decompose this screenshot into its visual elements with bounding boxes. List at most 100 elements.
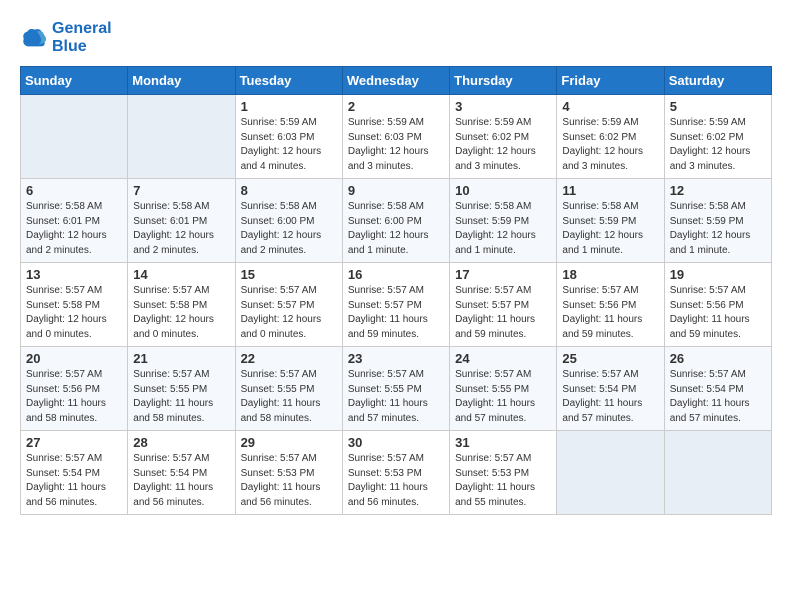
day-number: 3 [455, 99, 551, 114]
day-info: Sunrise: 5:57 AM Sunset: 5:55 PM Dayligh… [133, 368, 229, 426]
day-info: Sunrise: 5:57 AM Sunset: 5:57 PM Dayligh… [455, 284, 551, 342]
calendar-cell: 17 Sunrise: 5:57 AM Sunset: 5:57 PM Dayli… [450, 263, 557, 347]
calendar-cell: 27 Sunrise: 5:57 AM Sunset: 5:54 PM Dayli… [21, 431, 128, 515]
calendar-week-row: 13 Sunrise: 5:57 AM Sunset: 5:58 PM Dayli… [21, 263, 772, 347]
day-number: 2 [348, 99, 444, 114]
day-number: 4 [562, 99, 658, 114]
calendar-cell: 28Sunrise: 5:57 AM Sunset: 5:54 PM Dayli… [128, 431, 235, 515]
day-info: Sunrise: 5:57 AM Sunset: 5:55 PM Dayligh… [348, 368, 444, 426]
day-number: 14 [133, 267, 229, 282]
day-info: Sunrise: 5:57 AM Sunset: 5:56 PM Dayligh… [562, 284, 658, 342]
day-info: Sunrise: 5:59 AM Sunset: 6:02 PM Dayligh… [455, 116, 551, 174]
day-number: 11 [562, 183, 658, 198]
page-header: General Blue [20, 20, 772, 56]
calendar-cell [21, 95, 128, 179]
day-info: Sunrise: 5:58 AM Sunset: 6:00 PM Dayligh… [348, 200, 444, 258]
day-number: 15 [241, 267, 337, 282]
day-info: Sunrise: 5:58 AM Sunset: 5:59 PM Dayligh… [455, 200, 551, 258]
day-info: Sunrise: 5:57 AM Sunset: 5:58 PM Dayligh… [26, 284, 122, 342]
calendar-header-row: SundayMondayTuesdayWednesdayThursdayFrid… [21, 67, 772, 95]
calendar-cell: 22 Sunrise: 5:57 AM Sunset: 5:55 PM Dayli… [235, 347, 342, 431]
day-number: 22 [241, 351, 337, 366]
calendar-cell: 12 Sunrise: 5:58 AM Sunset: 5:59 PM Dayli… [664, 179, 771, 263]
day-number: 26 [670, 351, 766, 366]
day-info: Sunrise: 5:57 AM Sunset: 5:54 PM Dayligh… [133, 452, 229, 510]
calendar-cell: 1Sunrise: 5:59 AM Sunset: 6:03 PM Daylig… [235, 95, 342, 179]
day-info: Sunrise: 5:57 AM Sunset: 5:53 PM Dayligh… [241, 452, 337, 510]
column-header-sunday: Sunday [21, 67, 128, 95]
calendar-cell: 6 Sunrise: 5:58 AM Sunset: 6:01 PM Daylig… [21, 179, 128, 263]
calendar-cell: 31 Sunrise: 5:57 AM Sunset: 5:53 PM Dayli… [450, 431, 557, 515]
calendar-cell: 29 Sunrise: 5:57 AM Sunset: 5:53 PM Dayli… [235, 431, 342, 515]
day-info: Sunrise: 5:57 AM Sunset: 5:53 PM Dayligh… [455, 452, 551, 510]
calendar-cell: 2Sunrise: 5:59 AM Sunset: 6:03 PM Daylig… [342, 95, 449, 179]
calendar-week-row: 27 Sunrise: 5:57 AM Sunset: 5:54 PM Dayli… [21, 431, 772, 515]
column-header-tuesday: Tuesday [235, 67, 342, 95]
day-info: Sunrise: 5:58 AM Sunset: 6:01 PM Dayligh… [133, 200, 229, 258]
day-number: 16 [348, 267, 444, 282]
day-number: 6 [26, 183, 122, 198]
calendar-cell: 23Sunrise: 5:57 AM Sunset: 5:55 PM Dayli… [342, 347, 449, 431]
calendar-cell: 14 Sunrise: 5:57 AM Sunset: 5:58 PM Dayli… [128, 263, 235, 347]
calendar-table: SundayMondayTuesdayWednesdayThursdayFrid… [20, 66, 772, 515]
day-number: 27 [26, 435, 122, 450]
day-number: 20 [26, 351, 122, 366]
day-number: 21 [133, 351, 229, 366]
day-info: Sunrise: 5:57 AM Sunset: 5:55 PM Dayligh… [455, 368, 551, 426]
day-info: Sunrise: 5:57 AM Sunset: 5:57 PM Dayligh… [241, 284, 337, 342]
day-info: Sunrise: 5:57 AM Sunset: 5:56 PM Dayligh… [26, 368, 122, 426]
calendar-cell: 21 Sunrise: 5:57 AM Sunset: 5:55 PM Dayli… [128, 347, 235, 431]
day-info: Sunrise: 5:57 AM Sunset: 5:54 PM Dayligh… [26, 452, 122, 510]
calendar-week-row: 20 Sunrise: 5:57 AM Sunset: 5:56 PM Dayli… [21, 347, 772, 431]
logo-icon [20, 24, 48, 52]
day-info: Sunrise: 5:57 AM Sunset: 5:53 PM Dayligh… [348, 452, 444, 510]
calendar-cell: 18 Sunrise: 5:57 AM Sunset: 5:56 PM Dayli… [557, 263, 664, 347]
calendar-cell: 25 Sunrise: 5:57 AM Sunset: 5:54 PM Dayli… [557, 347, 664, 431]
calendar-cell [664, 431, 771, 515]
day-info: Sunrise: 5:57 AM Sunset: 5:54 PM Dayligh… [670, 368, 766, 426]
day-info: Sunrise: 5:57 AM Sunset: 5:55 PM Dayligh… [241, 368, 337, 426]
day-number: 12 [670, 183, 766, 198]
calendar-cell [557, 431, 664, 515]
day-info: Sunrise: 5:58 AM Sunset: 6:00 PM Dayligh… [241, 200, 337, 258]
day-info: Sunrise: 5:57 AM Sunset: 5:54 PM Dayligh… [562, 368, 658, 426]
day-info: Sunrise: 5:58 AM Sunset: 5:59 PM Dayligh… [670, 200, 766, 258]
column-header-saturday: Saturday [664, 67, 771, 95]
day-number: 29 [241, 435, 337, 450]
calendar-cell: 10 Sunrise: 5:58 AM Sunset: 5:59 PM Dayli… [450, 179, 557, 263]
calendar-cell [128, 95, 235, 179]
calendar-cell: 30Sunrise: 5:57 AM Sunset: 5:53 PM Dayli… [342, 431, 449, 515]
calendar-cell: 4 Sunrise: 5:59 AM Sunset: 6:02 PM Daylig… [557, 95, 664, 179]
logo-text: General Blue [52, 20, 112, 56]
calendar-week-row: 6 Sunrise: 5:58 AM Sunset: 6:01 PM Daylig… [21, 179, 772, 263]
day-number: 13 [26, 267, 122, 282]
calendar-cell: 16Sunrise: 5:57 AM Sunset: 5:57 PM Dayli… [342, 263, 449, 347]
day-info: Sunrise: 5:57 AM Sunset: 5:56 PM Dayligh… [670, 284, 766, 342]
calendar-week-row: 1Sunrise: 5:59 AM Sunset: 6:03 PM Daylig… [21, 95, 772, 179]
day-number: 31 [455, 435, 551, 450]
logo: General Blue [20, 20, 112, 56]
day-number: 5 [670, 99, 766, 114]
day-number: 24 [455, 351, 551, 366]
day-number: 7 [133, 183, 229, 198]
column-header-monday: Monday [128, 67, 235, 95]
calendar-cell: 15 Sunrise: 5:57 AM Sunset: 5:57 PM Dayli… [235, 263, 342, 347]
day-number: 17 [455, 267, 551, 282]
day-number: 8 [241, 183, 337, 198]
day-info: Sunrise: 5:58 AM Sunset: 6:01 PM Dayligh… [26, 200, 122, 258]
day-number: 25 [562, 351, 658, 366]
day-info: Sunrise: 5:59 AM Sunset: 6:02 PM Dayligh… [562, 116, 658, 174]
calendar-cell: 26 Sunrise: 5:57 AM Sunset: 5:54 PM Dayli… [664, 347, 771, 431]
day-number: 1 [241, 99, 337, 114]
calendar-cell: 20 Sunrise: 5:57 AM Sunset: 5:56 PM Dayli… [21, 347, 128, 431]
calendar-cell: 9 Sunrise: 5:58 AM Sunset: 6:00 PM Daylig… [342, 179, 449, 263]
day-number: 9 [348, 183, 444, 198]
day-info: Sunrise: 5:57 AM Sunset: 5:58 PM Dayligh… [133, 284, 229, 342]
day-info: Sunrise: 5:59 AM Sunset: 6:02 PM Dayligh… [670, 116, 766, 174]
day-number: 18 [562, 267, 658, 282]
day-number: 10 [455, 183, 551, 198]
column-header-thursday: Thursday [450, 67, 557, 95]
calendar-cell: 3 Sunrise: 5:59 AM Sunset: 6:02 PM Daylig… [450, 95, 557, 179]
day-info: Sunrise: 5:58 AM Sunset: 5:59 PM Dayligh… [562, 200, 658, 258]
column-header-wednesday: Wednesday [342, 67, 449, 95]
